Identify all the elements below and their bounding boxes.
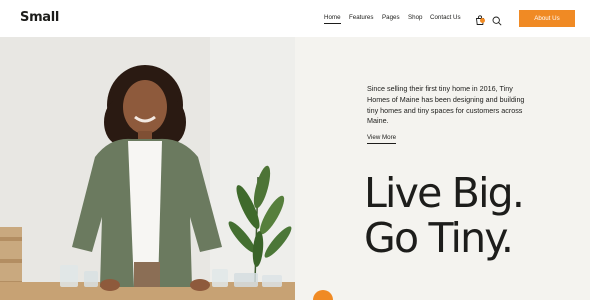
hero-headline: Live Big. Go Tiny. [364, 169, 525, 262]
search-icon[interactable] [492, 13, 502, 26]
view-more-link[interactable]: View More [367, 134, 397, 144]
headline-line-2: Go Tiny. [364, 214, 514, 262]
arrow-right-icon[interactable] [350, 295, 360, 300]
nav-item-home[interactable]: Home [324, 14, 341, 24]
hero-text-panel: Since selling their first tiny home in 2… [295, 37, 590, 300]
scroll-down-button[interactable] [313, 290, 333, 300]
headline-line-1: Live Big. [364, 169, 525, 217]
nav-item-shop[interactable]: Shop [408, 14, 422, 21]
hero-image [0, 37, 295, 300]
hero-intro-text: Since selling their first tiny home in 2… [367, 84, 525, 126]
nav-item-features[interactable]: Features [349, 14, 373, 21]
cart-badge [480, 18, 485, 23]
about-us-button[interactable]: About Us [519, 10, 575, 27]
nav-item-pages[interactable]: Pages [382, 14, 400, 21]
site-header: Small Home Features Pages Shop Contact U… [0, 0, 590, 37]
search-icon-glyph [492, 16, 502, 26]
site-logo[interactable]: Small [20, 10, 59, 25]
nav-item-contact-us[interactable]: Contact Us [430, 14, 461, 21]
cart-icon[interactable] [475, 13, 485, 25]
hero-image-illustration [0, 37, 295, 300]
